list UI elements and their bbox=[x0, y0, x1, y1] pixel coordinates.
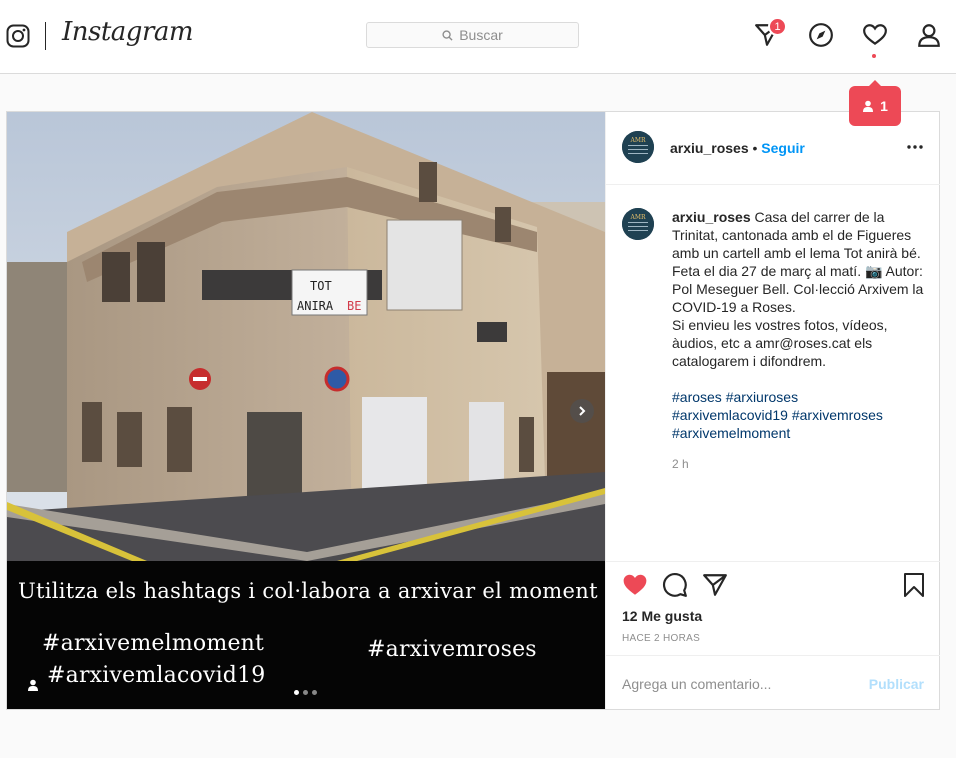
like-count[interactable]: 12 Me gusta bbox=[622, 608, 702, 624]
post-caption: arxiu_roses Casa del carrer de la Trinit… bbox=[672, 208, 934, 442]
profile-icon[interactable] bbox=[916, 22, 942, 48]
author-username[interactable]: arxiu_roses bbox=[670, 140, 749, 156]
carousel-dot-active bbox=[294, 690, 299, 695]
avatar[interactable]: AMR bbox=[622, 131, 654, 163]
search-placeholder: Buscar bbox=[459, 27, 503, 43]
hashtag-link[interactable]: #aroses bbox=[672, 389, 722, 405]
svg-text:TOT: TOT bbox=[310, 279, 332, 293]
instagram-wordmark[interactable]: Instagram bbox=[62, 17, 194, 47]
hashtag-link[interactable]: #arxivemroses bbox=[792, 407, 883, 423]
hashtag-link[interactable]: #arxiuroses bbox=[726, 389, 798, 405]
instagram-camera-icon[interactable] bbox=[6, 24, 30, 48]
share-icon[interactable] bbox=[702, 572, 728, 598]
hashtag-link[interactable]: #arxivemelmoment bbox=[672, 425, 790, 441]
image-banner: Utilitza els hashtags i col·labora a arx… bbox=[7, 561, 605, 709]
next-slide-button[interactable] bbox=[570, 399, 594, 423]
direct-notification-badge: 1 bbox=[768, 17, 787, 36]
more-options-icon[interactable] bbox=[906, 138, 924, 156]
comment-timestamp[interactable]: 2 h bbox=[672, 457, 689, 471]
arxiu-logo-icon: AMR bbox=[622, 131, 654, 163]
like-heart-icon[interactable] bbox=[622, 572, 648, 598]
banner-hashtag: #arxivemelmoment bbox=[42, 631, 265, 656]
post-media[interactable]: TOT ANIRA BE Utilitza els hashtags i col… bbox=[7, 112, 605, 709]
new-follower-icon bbox=[863, 100, 874, 112]
follow-button[interactable]: Seguir bbox=[761, 140, 805, 156]
publish-button[interactable]: Publicar bbox=[869, 676, 924, 692]
banner-hashtag: #arxivemlacovid19 bbox=[47, 663, 266, 688]
tooltip-count: 1 bbox=[880, 98, 888, 114]
svg-text:AMR: AMR bbox=[630, 214, 646, 221]
post-sidebar: AMR arxiu_roses • Seguir AMR arxiu_roses… bbox=[605, 112, 940, 709]
svg-text:ANIRA: ANIRA bbox=[297, 299, 334, 313]
carousel-dot bbox=[303, 690, 308, 695]
svg-text:AMR: AMR bbox=[630, 137, 646, 144]
activity-indicator-dot bbox=[872, 54, 876, 58]
post-photo: TOT ANIRA BE bbox=[7, 112, 605, 561]
caption-text: Si envieu les vostres fotos, vídeos, àud… bbox=[672, 317, 888, 369]
hashtag-link[interactable]: #arxivemlacovid19 bbox=[672, 407, 788, 423]
activity-heart-icon[interactable] bbox=[862, 22, 888, 48]
svg-text:BE: BE bbox=[347, 299, 361, 313]
post-author-line: arxiu_roses • Seguir bbox=[670, 140, 805, 156]
chevron-right-icon bbox=[579, 406, 586, 416]
logo-divider bbox=[45, 22, 46, 50]
caption-username[interactable]: arxiu_roses bbox=[672, 209, 751, 225]
post-actions: 12 Me gusta HACE 2 HORAS bbox=[606, 561, 940, 656]
carousel-indicator bbox=[294, 690, 317, 695]
carousel-dot bbox=[312, 690, 317, 695]
search-input[interactable]: Buscar bbox=[366, 22, 579, 48]
banner-headline: Utilitza els hashtags i col·labora a arx… bbox=[18, 579, 598, 603]
comment-input[interactable]: Agrega un comentario... bbox=[622, 676, 771, 692]
top-navigation-bar: Instagram Buscar 1 bbox=[0, 0, 956, 74]
save-bookmark-icon[interactable] bbox=[902, 572, 926, 598]
search-icon bbox=[442, 29, 453, 41]
activity-tooltip[interactable]: 1 bbox=[849, 80, 901, 126]
post-card: TOT ANIRA BE Utilitza els hashtags i col… bbox=[6, 111, 940, 710]
tagged-users-icon[interactable] bbox=[27, 679, 39, 691]
banner-hashtag: #arxivemroses bbox=[367, 637, 537, 662]
post-timestamp[interactable]: HACE 2 HORAS bbox=[622, 633, 700, 644]
avatar[interactable]: AMR bbox=[622, 208, 654, 240]
explore-compass-icon[interactable] bbox=[808, 22, 834, 48]
separator-dot: • bbox=[752, 140, 758, 156]
comment-icon[interactable] bbox=[662, 572, 688, 598]
add-comment-form: Agrega un comentario... Publicar bbox=[606, 655, 940, 711]
arxiu-logo-icon: AMR bbox=[622, 208, 654, 240]
